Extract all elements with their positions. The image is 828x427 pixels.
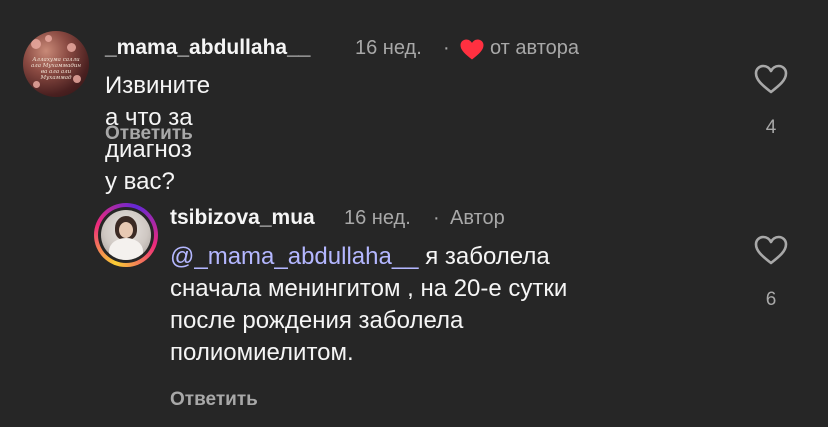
text-line-1: я заболела bbox=[418, 243, 550, 270]
username[interactable]: tsibizova_mua bbox=[170, 206, 315, 230]
reply-button[interactable]: Ответить bbox=[105, 123, 193, 145]
avatar[interactable]: Аллахума салли ала Мухаммадин ва ала али… bbox=[23, 31, 89, 97]
like-count: 6 bbox=[765, 289, 777, 310]
username[interactable]: _mama_abdullaha__ bbox=[105, 36, 310, 60]
liked-by-author-label: от автора bbox=[490, 37, 580, 59]
like-icon[interactable] bbox=[754, 235, 788, 265]
text-line-2: сначала менингитом , на 20-е сутки bbox=[170, 275, 568, 302]
mention-link[interactable]: @_mama_abdullaha__ bbox=[170, 243, 419, 270]
separator: · bbox=[443, 37, 450, 59]
separator: · bbox=[433, 207, 440, 229]
author-badge: Автор bbox=[450, 207, 505, 229]
text-line-3: после рождения заболела bbox=[170, 307, 464, 334]
author-liked-heart-icon bbox=[460, 39, 484, 60]
timestamp: 16 нед. bbox=[355, 37, 422, 59]
text-line-4: полиомиелитом. bbox=[170, 339, 354, 366]
timestamp: 16 нед. bbox=[344, 207, 411, 229]
avatar[interactable] bbox=[98, 207, 154, 263]
avatar-inscription: Аллахума салли ала Мухаммадин ва ала али… bbox=[30, 57, 82, 81]
comment-text: @_mama_abdullaha__ я заболела сначала ме… bbox=[170, 241, 730, 369]
reply-button[interactable]: Ответить bbox=[170, 389, 258, 411]
like-count: 4 bbox=[765, 117, 777, 138]
like-icon[interactable] bbox=[754, 64, 788, 94]
